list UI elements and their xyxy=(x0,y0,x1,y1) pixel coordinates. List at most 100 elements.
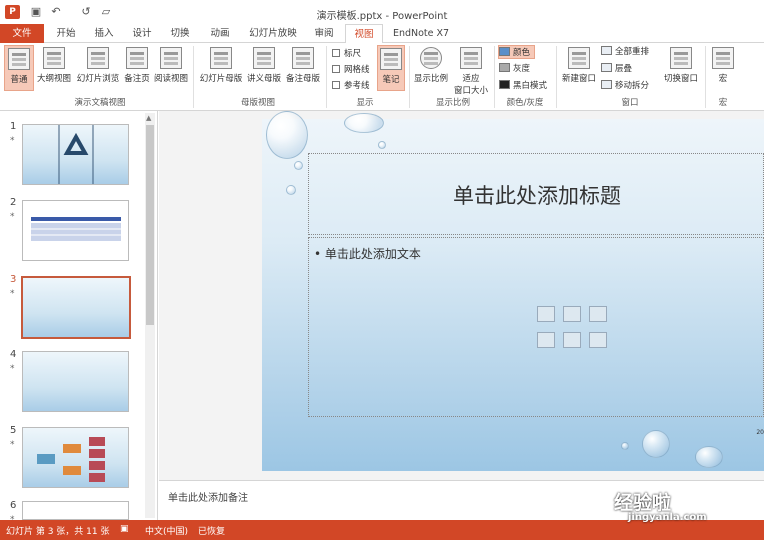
move-split-button[interactable]: 移动拆分 xyxy=(601,79,649,93)
grayscale-button[interactable]: 灰度 xyxy=(499,62,530,76)
switch-windows-button[interactable]: 切换窗口 xyxy=(660,45,702,91)
group-master-views: 母版视图 xyxy=(240,98,275,108)
watermark-url: jingyanla.com xyxy=(628,512,707,523)
content-placeholder[interactable]: • 单击此处添加文本 xyxy=(308,237,764,417)
bubble-decoration xyxy=(286,185,296,195)
watermark-logo: 经验啦 xyxy=(614,492,672,514)
magnifier-icon xyxy=(420,47,442,69)
cascade-button[interactable]: 层叠 xyxy=(601,62,632,76)
slide-thumbnail-3[interactable] xyxy=(21,276,131,339)
insert-chart-icon[interactable] xyxy=(563,306,581,322)
arrange-all-button[interactable]: 全部重排 xyxy=(601,45,649,59)
language-status[interactable]: 中文(中国) xyxy=(145,524,188,537)
black-white-button[interactable]: 黑白模式 xyxy=(499,79,547,93)
slide-thumbnail-2[interactable] xyxy=(22,200,129,261)
zoom-button[interactable]: 显示比例 xyxy=(413,45,449,91)
slide-star: * xyxy=(10,440,15,450)
group-macros: 宏 xyxy=(718,98,728,108)
spelling-icon[interactable]: ▣ xyxy=(120,524,129,534)
outline-view-button[interactable]: 大纲视图 xyxy=(36,45,72,91)
window-title: 演示模板.pptx - PowerPoint xyxy=(316,11,448,22)
switch-windows-icon xyxy=(670,47,692,69)
fit-to-window-button[interactable]: 适应 窗口大小 xyxy=(451,45,491,96)
slide-thumbnail-6[interactable] xyxy=(22,501,129,520)
grayscale-swatch-icon xyxy=(499,63,510,72)
slide-page-number: 20 xyxy=(756,429,764,436)
tab-animations[interactable]: 动画 xyxy=(202,24,238,43)
ribbon-tabs: 文件 开始 插入 设计 切换 动画 幻灯片放映 审阅 视图 EndNote X7 xyxy=(0,24,764,44)
ribbon-divider xyxy=(556,46,557,108)
slide-master-icon xyxy=(210,47,232,69)
bubble-decoration xyxy=(695,446,723,468)
slide-thumbnail-5[interactable] xyxy=(22,427,129,488)
slide-counter: 幻灯片 第 3 张，共 11 张 xyxy=(6,527,110,537)
notes-page-icon xyxy=(126,47,148,69)
slide-number: 1 xyxy=(10,121,17,132)
slide-thumbnail-1[interactable] xyxy=(22,124,129,185)
normal-view-button[interactable]: 普通 xyxy=(4,45,34,91)
slide-master-button[interactable]: 幻灯片母版 xyxy=(198,45,244,91)
ribbon-divider xyxy=(494,46,495,108)
recovered-status: 已恢复 xyxy=(198,527,226,537)
slide-star: * xyxy=(10,136,15,146)
tab-design[interactable]: 设计 xyxy=(126,24,158,43)
thumbnail-scrollbar[interactable]: ▲ xyxy=(145,113,155,518)
slide-star: * xyxy=(10,289,15,299)
group-zoom: 显示比例 xyxy=(435,98,470,108)
tab-endnote[interactable]: EndNote X7 xyxy=(390,24,452,43)
black-white-swatch-icon xyxy=(499,80,510,89)
handout-master-button[interactable]: 讲义母版 xyxy=(245,45,283,91)
insert-smartart-icon[interactable] xyxy=(589,306,607,322)
slide-thumbnail-4[interactable] xyxy=(22,351,129,412)
notes-master-icon xyxy=(292,47,314,69)
insert-table-icon[interactable] xyxy=(537,306,555,322)
macros-button[interactable]: 宏 xyxy=(710,45,736,91)
bubble-decoration xyxy=(344,113,384,133)
bubble-decoration xyxy=(294,161,303,170)
slide-thumbnail-pane: 1 * 2 * 3 * 4 * 5 * 6 * xyxy=(0,111,158,525)
slide-star: * xyxy=(10,364,15,374)
insert-content-icons xyxy=(537,306,617,356)
slide-sorter-button[interactable]: 幻灯片浏览 xyxy=(74,45,122,91)
gridlines-checkbox[interactable]: 网格线 xyxy=(332,63,370,75)
group-color-grayscale: 颜色/灰度 xyxy=(506,98,544,108)
new-window-icon xyxy=(568,47,590,69)
group-window: 窗口 xyxy=(621,98,639,108)
tab-home[interactable]: 开始 xyxy=(50,24,82,43)
color-button[interactable]: 颜色 xyxy=(498,45,536,59)
scroll-up-icon[interactable]: ▲ xyxy=(146,114,151,122)
insert-online-picture-icon[interactable] xyxy=(563,332,581,348)
reading-view-button[interactable]: 阅读视图 xyxy=(153,45,189,91)
insert-video-icon[interactable] xyxy=(589,332,607,348)
scrollbar-thumb[interactable] xyxy=(146,125,154,325)
tab-review[interactable]: 审阅 xyxy=(308,24,340,43)
notes-placeholder: 单击此处添加备注 xyxy=(168,493,248,504)
bubble-decoration xyxy=(642,430,670,458)
tab-view[interactable]: 视图 xyxy=(345,24,383,44)
slide-number: 4 xyxy=(10,349,17,360)
slide-5-diagram-preview-icon xyxy=(37,437,105,482)
normal-view-icon xyxy=(8,48,30,70)
slide-editor: 单击此处添加标题 • 单击此处添加文本 20 xyxy=(159,111,764,480)
tab-slideshow[interactable]: 幻灯片放映 xyxy=(244,24,302,43)
guides-checkbox[interactable]: 参考线 xyxy=(332,79,370,91)
insert-picture-icon[interactable] xyxy=(537,332,555,348)
notes-page-button[interactable]: 备注页 xyxy=(122,45,152,91)
tab-file[interactable]: 文件 xyxy=(0,24,44,43)
group-show: 显示 xyxy=(356,98,374,108)
arrange-all-icon xyxy=(601,46,612,55)
content-placeholder-text: • 单击此处添加文本 xyxy=(314,247,421,261)
ribbon: 普通 大纲视图 幻灯片浏览 备注页 阅读视图 演示文稿视图 幻灯片母版 讲义母版… xyxy=(0,43,764,111)
tab-transitions[interactable]: 切换 xyxy=(164,24,196,43)
notes-master-button[interactable]: 备注母版 xyxy=(284,45,322,91)
slide-number: 6 xyxy=(10,500,17,511)
tab-insert[interactable]: 插入 xyxy=(88,24,120,43)
notes-button[interactable]: 笔记 xyxy=(377,45,405,91)
title-placeholder[interactable]: 单击此处添加标题 xyxy=(308,153,764,235)
ruler-checkbox[interactable]: 标尺 xyxy=(332,47,361,59)
group-presentation-views: 演示文稿视图 xyxy=(74,98,126,108)
bubble-decoration xyxy=(621,442,629,450)
slide-number: 2 xyxy=(10,197,17,208)
ribbon-divider xyxy=(193,46,194,108)
new-window-button[interactable]: 新建窗口 xyxy=(560,45,598,91)
